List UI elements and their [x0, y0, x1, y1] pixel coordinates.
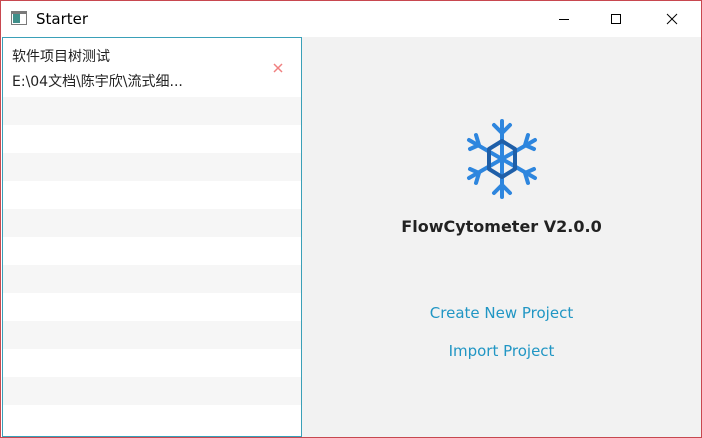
project-path: E:\04文档\陈宇欣\流式细... — [12, 74, 183, 90]
empty-row — [3, 237, 301, 265]
empty-row — [3, 209, 301, 237]
maximize-button[interactable] — [593, 1, 639, 37]
minimize-icon — [559, 19, 569, 20]
title-bar[interactable]: Starter — [1, 1, 701, 37]
empty-row — [3, 321, 301, 349]
recent-projects-list[interactable]: 软件项目树测试 E:\04文档\陈宇欣\流式细... — [2, 37, 302, 437]
minimize-button[interactable] — [541, 1, 587, 37]
empty-row — [3, 405, 301, 433]
list-item[interactable]: 软件项目树测试 E:\04文档\陈宇欣\流式细... — [3, 38, 301, 97]
empty-row — [3, 349, 301, 377]
remove-project-button[interactable] — [271, 60, 285, 74]
project-name: 软件项目树测试 — [12, 49, 110, 65]
create-new-project-link[interactable]: Create New Project — [302, 304, 701, 322]
import-project-link[interactable]: Import Project — [302, 342, 701, 360]
empty-row — [3, 293, 301, 321]
empty-row — [3, 265, 301, 293]
start-panel: FlowCytometer V2.0.0 Create New Project … — [302, 37, 701, 437]
empty-row — [3, 181, 301, 209]
empty-row — [3, 125, 301, 153]
starter-window: Starter 软件项目树测试 E:\04文档\陈宇欣\流式细... FlowC… — [0, 0, 702, 438]
close-window-button[interactable] — [649, 1, 695, 37]
window-title: Starter — [36, 10, 89, 28]
snowflake-icon — [467, 119, 537, 199]
empty-row — [3, 97, 301, 125]
close-icon — [666, 13, 678, 25]
app-window-icon — [11, 11, 27, 25]
empty-row — [3, 153, 301, 181]
maximize-icon — [611, 14, 621, 24]
close-x-icon — [273, 63, 283, 73]
empty-row — [3, 377, 301, 405]
app-title: FlowCytometer V2.0.0 — [401, 217, 602, 236]
